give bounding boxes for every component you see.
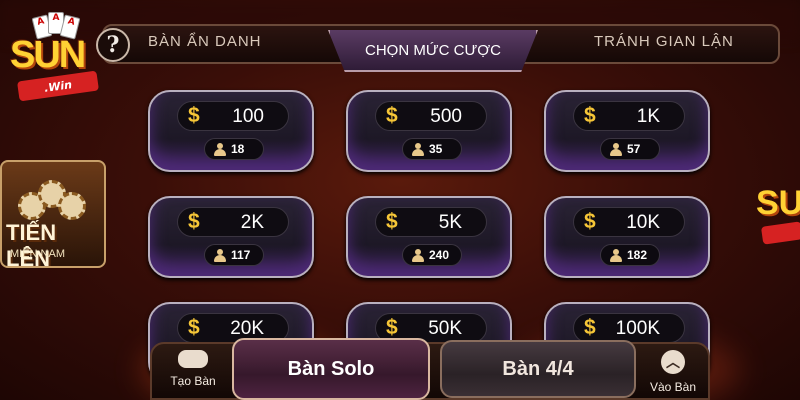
- tab-an-danh[interactable]: BÀN ẨN DANH: [148, 33, 262, 57]
- player-count-pill: 57: [600, 138, 660, 160]
- player-count: 117: [231, 248, 251, 262]
- player-count: 240: [429, 248, 450, 262]
- game-badge-tien-len[interactable]: TIẾN LÊN MIỀN NAM: [0, 160, 106, 268]
- casino-chips-icon: [18, 172, 88, 222]
- bet-card[interactable]: $5K 240: [346, 196, 512, 278]
- tab-tranh-gian-lan[interactable]: TRÁNH GIAN LẬN: [594, 33, 734, 57]
- sunwin-logo-right: SUN: [752, 150, 800, 270]
- person-icon: [214, 249, 226, 262]
- bet-amount-pill: $2K: [177, 207, 289, 237]
- dollar-icon: $: [584, 104, 596, 127]
- logo-brand-right: SUN: [756, 184, 800, 222]
- person-icon: [412, 143, 424, 156]
- bet-card[interactable]: $10K 182: [544, 196, 710, 278]
- bet-amount: 10K: [626, 212, 660, 233]
- person-icon: [610, 143, 622, 156]
- bet-amount-pill: $1K: [573, 101, 685, 131]
- bet-amount-pill: $100: [177, 101, 289, 131]
- logo-ribbon-right: [760, 221, 800, 245]
- person-icon: [412, 249, 424, 262]
- dollar-icon: $: [386, 316, 398, 339]
- bet-card[interactable]: $500 35: [346, 90, 512, 172]
- bet-amount: 100: [232, 106, 264, 127]
- dollar-icon: $: [188, 210, 200, 233]
- dollar-icon: $: [386, 104, 398, 127]
- sunwin-logo: A A A SUN .Win: [6, 6, 100, 102]
- player-count: 18: [231, 142, 245, 156]
- dollar-icon: $: [188, 104, 200, 127]
- player-count-pill: 240: [402, 244, 462, 266]
- create-table-button[interactable]: Tạo Bàn: [160, 350, 226, 398]
- logo-brand: SUN: [10, 34, 86, 76]
- join-table-label: Vào Bàn: [649, 380, 697, 394]
- player-count: 182: [627, 248, 648, 262]
- bet-amount: 500: [430, 106, 462, 127]
- player-count-pill: 35: [402, 138, 462, 160]
- tab-chon-muc-cuoc[interactable]: CHỌN MỨC CƯỢC: [328, 30, 538, 72]
- chevron-up-icon: ︿: [661, 350, 685, 374]
- dollar-icon: $: [584, 316, 596, 339]
- create-table-label: Tạo Bàn: [170, 374, 216, 388]
- solo-table-button[interactable]: Bàn Solo: [232, 338, 430, 400]
- dollar-icon: $: [386, 210, 398, 233]
- person-icon: [610, 249, 622, 262]
- bet-card[interactable]: $1K 57: [544, 90, 710, 172]
- question-icon: ?: [106, 32, 120, 58]
- person-icon: [214, 143, 226, 156]
- bet-amount-pill: $500: [375, 101, 487, 131]
- player-count-pill: 18: [204, 138, 264, 160]
- bet-amount: 20K: [230, 318, 264, 339]
- player-count: 35: [429, 142, 443, 156]
- game-subtitle: MIỀN NAM: [10, 248, 65, 260]
- dollar-icon: $: [188, 316, 200, 339]
- player-count: 57: [627, 142, 641, 156]
- bet-amount-pill: $5K: [375, 207, 487, 237]
- four-player-table-button[interactable]: Bàn 4/4: [440, 340, 636, 398]
- bet-amount: 2K: [240, 212, 264, 233]
- bet-card[interactable]: $100 18: [148, 90, 314, 172]
- dollar-icon: $: [584, 210, 596, 233]
- player-count-pill: 182: [600, 244, 660, 266]
- bet-amount: 100K: [615, 318, 660, 339]
- join-table-button[interactable]: ︿ Vào Bàn: [640, 350, 706, 398]
- bet-amount: 50K: [428, 318, 462, 339]
- player-count-pill: 117: [204, 244, 264, 266]
- bet-card[interactable]: $2K 117: [148, 196, 314, 278]
- bet-amount-pill: $10K: [573, 207, 685, 237]
- bet-amount-pill: $100K: [573, 313, 685, 343]
- table-icon: [178, 350, 208, 368]
- bet-amount: 5K: [438, 212, 462, 233]
- help-button[interactable]: ?: [96, 28, 130, 62]
- bet-amount: 1K: [636, 106, 660, 127]
- game-title: TIẾN LÊN: [6, 220, 57, 268]
